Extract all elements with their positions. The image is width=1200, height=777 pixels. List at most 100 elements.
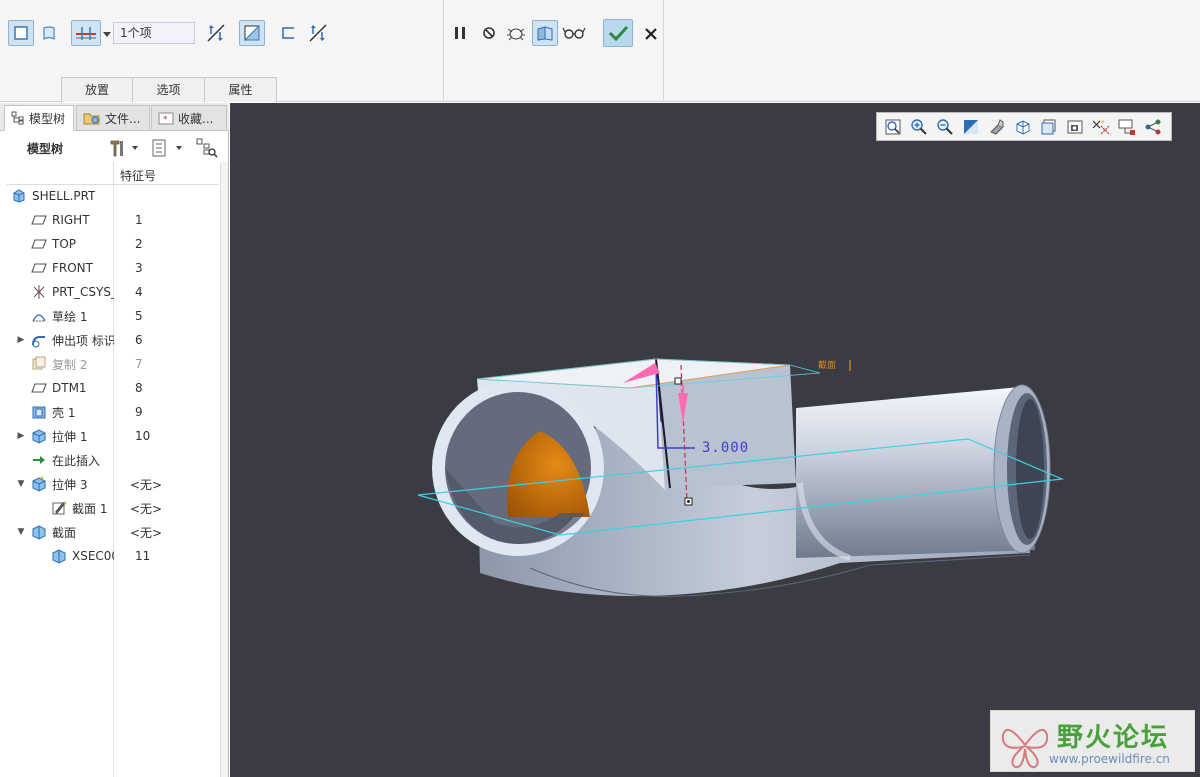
verify-icon[interactable] — [503, 20, 529, 46]
saved-views-icon[interactable] — [1010, 115, 1036, 139]
tree-row-extrude-3[interactable]: ▼ * 拉伸 3 <无> — [0, 472, 220, 496]
open-section-icon[interactable] — [275, 20, 301, 46]
tree-row-feature-id: 3 — [135, 261, 143, 275]
tree-row-label: DTM1 — [52, 381, 87, 395]
tree-row-protrusion[interactable]: ▶ 伸出项 标识 6 — [0, 328, 220, 352]
tree-row-label: 在此插入 — [52, 453, 101, 468]
column-divider[interactable] — [113, 162, 114, 185]
column-feature-id[interactable]: 特征号 — [120, 167, 156, 184]
tab-model-tree[interactable]: 模型树 — [4, 105, 74, 131]
tree-row-shell-1[interactable]: 壳 1 9 — [0, 400, 220, 424]
pipe-end-left — [432, 380, 604, 556]
tree-row-label: 壳 1 — [52, 405, 76, 420]
refit-icon[interactable] — [880, 115, 906, 139]
section-edit-icon: * — [51, 500, 67, 516]
left-panel: 模型树 文件... * 收藏... 模型树 特征号 SHELL.PRT RIGH… — [0, 103, 229, 777]
datum-display-icon[interactable]: * — [1088, 115, 1114, 139]
dashboard-main-section: 1个项 放置 选项 属性 — [0, 0, 444, 102]
items-collector-field[interactable]: 1个项 — [113, 22, 195, 44]
zoom-in-icon[interactable] — [906, 115, 932, 139]
expand-triangle-icon[interactable]: ▶ — [16, 431, 26, 441]
spin-center-icon[interactable] — [1140, 115, 1166, 139]
tree-row-insert-here[interactable]: 在此插入 — [0, 448, 220, 472]
svg-text:*: * — [40, 476, 44, 484]
section-type-icon[interactable] — [71, 20, 101, 46]
solid-shell-icon[interactable] — [8, 20, 34, 46]
tree-row-label: 截面 — [52, 525, 77, 540]
repaint-icon[interactable] — [958, 115, 984, 139]
tree-settings-icon[interactable] — [108, 138, 138, 158]
tab-files[interactable]: 文件... — [76, 105, 150, 131]
tree-row-feature-id: 10 — [135, 429, 151, 443]
tree-row-front[interactable]: FRONT 3 — [0, 256, 220, 280]
tree-scrollbar[interactable] — [220, 162, 228, 777]
tree-row-right[interactable]: RIGHT 1 — [0, 208, 220, 232]
csys-icon — [31, 284, 47, 300]
tree-row-sketch-1[interactable]: 草绘 1 5 — [0, 304, 220, 328]
tree-row-label: 截面 1 — [72, 501, 108, 516]
tree-row-top[interactable]: TOP 2 — [0, 232, 220, 256]
tree-row-shell-prt[interactable]: SHELL.PRT — [0, 184, 220, 208]
tree-row-label: 草绘 1 — [52, 309, 88, 324]
chevron-down-icon[interactable] — [101, 24, 113, 46]
apply-check-icon[interactable] — [603, 19, 633, 47]
tree-row-xsec[interactable]: XSEC00 11 — [0, 544, 220, 568]
dashboard-tabs: 放置 选项 属性 — [61, 77, 277, 102]
tree-filter-icon[interactable] — [196, 138, 218, 158]
tree-title: 模型树 — [27, 142, 64, 156]
expand-triangle-icon[interactable]: ▶ — [16, 335, 26, 345]
tree-row-label: 拉伸 1 — [52, 429, 88, 444]
cancel-x-icon[interactable] — [638, 21, 664, 47]
watermark-title: 野火论坛 — [1057, 723, 1170, 753]
collapse-triangle-icon[interactable]: ▼ — [16, 527, 26, 537]
tree-row-dtm1[interactable]: DTM1 8 — [0, 376, 220, 400]
extrude-icon: * — [31, 476, 47, 492]
sketch-icon — [31, 308, 47, 324]
tree-row-feature-id: <无> — [130, 501, 163, 516]
tab-options[interactable]: 选项 — [133, 77, 205, 102]
tree-row-extrude-1[interactable]: ▶ 拉伸 1 10 — [0, 424, 220, 448]
glasses-preview-icon[interactable] — [561, 20, 587, 46]
tree-row-feature-id: 8 — [135, 381, 143, 395]
dashboard-control-section — [444, 0, 664, 102]
tree-row-label: 伸出项 标识 — [52, 333, 114, 348]
tree-row-label: RIGHT — [52, 213, 90, 227]
tab-favorites[interactable]: * 收藏... — [151, 105, 227, 131]
section-toggle-icon[interactable] — [1114, 115, 1140, 139]
tree-row-label: TOP — [52, 237, 77, 251]
dimension-value[interactable]: 3.000 — [702, 440, 749, 456]
view-orient-icon[interactable] — [1036, 115, 1062, 139]
pause-icon[interactable] — [447, 20, 473, 46]
tree-row-sections[interactable]: ▼ 截面 <无> — [0, 520, 220, 544]
tree-column-header: 特征号 — [6, 162, 219, 185]
collapse-triangle-icon[interactable]: ▼ — [16, 479, 26, 489]
dashboard-ribbon: 1个项 放置 选项 属性 — [0, 0, 1200, 102]
tab-files-label: 文件... — [105, 111, 141, 126]
tree-row-feature-id: 7 — [135, 357, 143, 371]
tree-row-label: XSEC00 — [72, 549, 114, 563]
tab-favorites-label: 收藏... — [178, 111, 214, 126]
datum-plane-icon — [31, 236, 47, 252]
graphics-viewport[interactable]: 3.000 截面 * 野火论坛 www.proewildfire.cn — [230, 103, 1200, 777]
zoom-out-icon[interactable] — [932, 115, 958, 139]
tab-properties[interactable]: 属性 — [205, 77, 277, 102]
datum-plane-icon — [31, 380, 47, 396]
butterfly-logo-icon — [1001, 728, 1049, 769]
display-style-icon[interactable] — [984, 115, 1010, 139]
flip-direction-icon[interactable] — [305, 20, 331, 46]
tree-row-section-1[interactable]: * 截面 1 <无> — [0, 496, 220, 520]
tree-row-label: 拉伸 3 — [52, 477, 88, 492]
view-manager-icon[interactable] — [1062, 115, 1088, 139]
tree-row-prt-csys[interactable]: PRT_CSYS_ 4 — [0, 280, 220, 304]
preview-icon[interactable] — [532, 20, 558, 46]
tree-row-label: PRT_CSYS_ — [52, 285, 114, 299]
tree-row-copy-2[interactable]: 复制 2 7 — [0, 352, 220, 376]
show-list-icon[interactable] — [151, 138, 185, 158]
copy-icon — [31, 356, 47, 372]
no-preview-icon[interactable] — [476, 20, 502, 46]
datum-plane-icon — [31, 212, 47, 228]
tab-placement[interactable]: 放置 — [61, 77, 133, 102]
flip-side-icon[interactable] — [203, 20, 229, 46]
surface-shell-icon[interactable] — [36, 20, 62, 46]
cap-plane-icon[interactable] — [239, 20, 265, 46]
